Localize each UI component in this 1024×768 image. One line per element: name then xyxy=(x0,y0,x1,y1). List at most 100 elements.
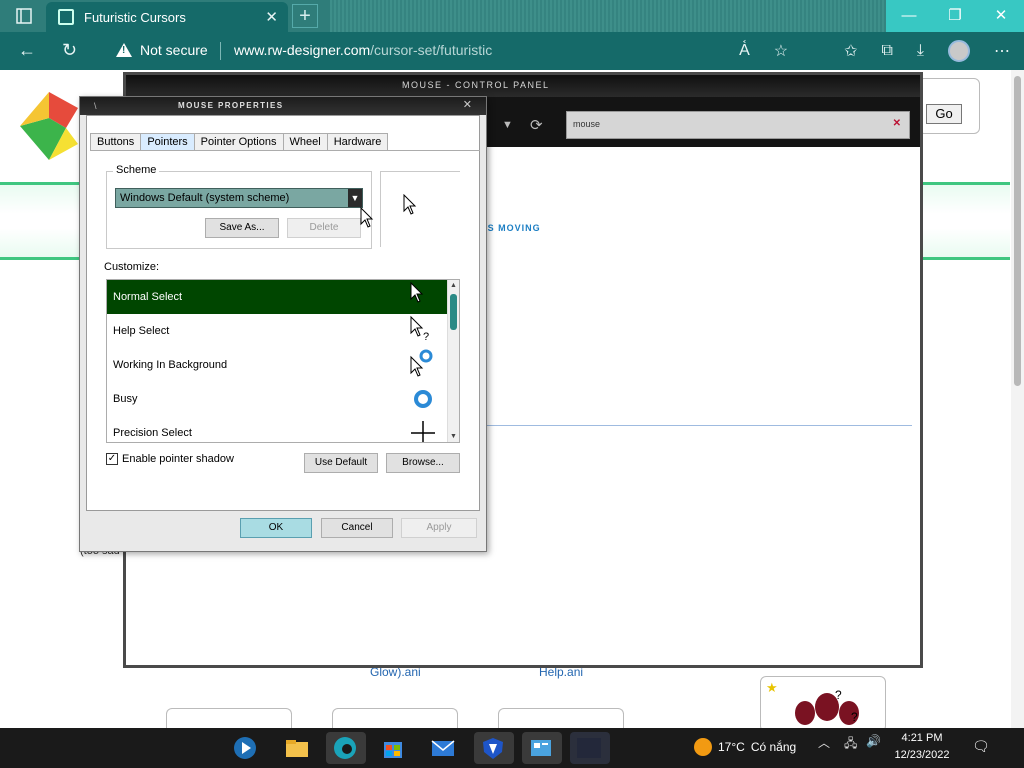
scroll-down-icon[interactable]: ▼ xyxy=(450,433,457,440)
media-player-icon[interactable] xyxy=(230,734,260,762)
dialog-close-icon[interactable]: ✕ xyxy=(463,98,472,111)
taskbar: 17°C Có nắng ︿ 🖧 🔊 4:21 PM 12/23/2022 🗨 xyxy=(0,728,1024,768)
scheme-value: Windows Default (system scheme) xyxy=(120,192,290,204)
store-icon[interactable] xyxy=(378,734,408,762)
close-window-button[interactable]: ✕ xyxy=(978,0,1024,32)
tab-wheel[interactable]: Wheel xyxy=(282,133,328,151)
pointer-name: Precision Select xyxy=(113,427,192,439)
address-bar: ← ↻ Not secure www.rw-designer.com/curso… xyxy=(0,32,1024,70)
save-as-button[interactable]: Save As... xyxy=(205,218,279,238)
list-item[interactable]: Help Select ? xyxy=(107,314,459,348)
cursor-card[interactable] xyxy=(498,708,624,730)
list-item[interactable]: Busy xyxy=(107,382,459,416)
read-aloud-icon[interactable]: A᷾ xyxy=(739,42,750,60)
weather-text: Có nắng xyxy=(750,740,797,754)
cursor-preview-card[interactable]: ★ ? ? xyxy=(760,676,886,732)
url-field[interactable]: www.rw-designer.com/cursor-set/futuristi… xyxy=(234,42,492,58)
dialog-titlebar[interactable]: \ MOUSE PROPERTIES ✕ xyxy=(80,97,486,115)
use-default-button[interactable]: Use Default xyxy=(304,453,378,473)
minimize-button[interactable]: — xyxy=(886,0,932,32)
svg-text:?: ? xyxy=(851,710,858,724)
browse-button[interactable]: Browse... xyxy=(386,453,460,473)
pointer-list[interactable]: Normal Select Help Select ? Working In B… xyxy=(106,279,460,443)
mouse-properties-dialog: \ MOUSE PROPERTIES ✕ Buttons Pointers Po… xyxy=(79,96,487,552)
cursor-card[interactable] xyxy=(332,708,458,730)
list-item[interactable]: Precision Select xyxy=(107,416,459,442)
svg-text:?: ? xyxy=(835,688,842,702)
cp-search-value: mouse xyxy=(573,119,601,129)
pointer-list-scroll-thumb[interactable] xyxy=(450,294,457,330)
security-app-icon[interactable] xyxy=(478,734,508,762)
cancel-button[interactable]: Cancel xyxy=(321,518,393,538)
list-item[interactable]: Working In Background xyxy=(107,348,459,382)
maximize-button[interactable]: ❐ xyxy=(932,0,978,32)
url-path: /cursor-set/futuristic xyxy=(370,42,493,58)
mail-icon[interactable] xyxy=(428,734,458,762)
tab-buttons[interactable]: Buttons xyxy=(90,133,142,151)
url-host: www.rw-designer.com xyxy=(234,42,371,58)
network-icon[interactable]: 🖧 xyxy=(844,734,857,755)
weather-widget[interactable]: 17°C Có nắng xyxy=(694,738,796,756)
back-arrow-icon[interactable]: ← xyxy=(18,40,36,61)
new-tab-button[interactable]: + xyxy=(292,4,318,28)
cursor-card[interactable] xyxy=(166,708,292,730)
tab-pointer-options[interactable]: Pointer Options xyxy=(193,133,284,151)
control-panel-titlebar[interactable]: MOUSE - CONTROL PANEL xyxy=(126,75,920,97)
refresh-icon[interactable]: ↻ xyxy=(62,40,77,61)
delete-button[interactable]: Delete xyxy=(287,218,361,238)
more-menu-icon[interactable]: ⋯ xyxy=(994,41,1010,61)
collections-icon[interactable]: ⧉ xyxy=(881,42,892,60)
profile-avatar[interactable] xyxy=(948,40,970,62)
clock-time: 4:21 PM xyxy=(901,732,943,744)
cp-search-input[interactable]: mouse ✕ xyxy=(566,111,910,139)
cp-refresh-icon[interactable]: ⟳ xyxy=(530,116,543,134)
file-explorer-icon[interactable] xyxy=(282,734,312,762)
ok-button[interactable]: OK xyxy=(240,518,312,538)
download-icon[interactable]: ⤓ xyxy=(917,42,924,60)
apply-button[interactable]: Apply xyxy=(401,518,477,538)
pointer-shadow-option[interactable]: ✓ Enable pointer shadow xyxy=(106,453,234,465)
volume-icon[interactable]: 🔊 xyxy=(866,734,881,748)
tab-pointers[interactable]: Pointers xyxy=(140,133,195,151)
tab-underline xyxy=(90,150,480,151)
customize-label: Customize: xyxy=(104,261,160,273)
clear-search-icon[interactable]: ✕ xyxy=(893,118,901,129)
crosshair-cursor-icon xyxy=(411,421,435,442)
add-favorite-icon[interactable]: ☆ xyxy=(774,41,788,61)
pointer-shadow-checkbox[interactable]: ✓ xyxy=(106,453,118,465)
edge-browser-icon[interactable] xyxy=(330,734,360,762)
chevron-down-icon[interactable]: ▼ xyxy=(348,189,362,207)
pointer-name: Help Select xyxy=(113,325,170,337)
scroll-up-icon[interactable]: ▲ xyxy=(450,282,457,289)
address-separator xyxy=(220,42,221,60)
system-clock[interactable]: 4:21 PM 12/23/2022 xyxy=(880,730,964,764)
control-panel-title: MOUSE - CONTROL PANEL xyxy=(402,80,550,90)
star-icon: ★ xyxy=(766,680,778,695)
favorites-icon[interactable]: ✩ xyxy=(844,41,857,61)
page-scrollbar-thumb[interactable] xyxy=(1014,76,1021,386)
browser-tab[interactable]: Futuristic Cursors ✕ xyxy=(46,2,288,32)
control-panel-icon[interactable] xyxy=(526,734,556,762)
dark-window-icon[interactable] xyxy=(574,734,604,762)
tab-hardware[interactable]: Hardware xyxy=(326,133,389,151)
site-logo[interactable] xyxy=(16,88,82,164)
page-scrollbar[interactable] xyxy=(1011,70,1024,728)
go-button[interactable]: Go xyxy=(926,104,962,124)
scheme-select[interactable]: Windows Default (system scheme) ▼ xyxy=(115,188,363,208)
tab-actions-icon xyxy=(16,8,32,24)
toolbar-icons: A᷾ ☆ ✩ ⧉ ⤓ ⋯ xyxy=(739,40,1010,62)
pointer-name: Normal Select xyxy=(113,291,183,303)
tab-actions-button[interactable] xyxy=(6,4,42,28)
list-item[interactable]: Normal Select xyxy=(107,280,459,314)
security-indicator[interactable]: Not secure xyxy=(116,42,208,58)
svg-text:?: ? xyxy=(423,331,429,343)
tray-chevron-icon[interactable]: ︿ xyxy=(818,734,830,751)
cp-banner-text: T'S MOVING xyxy=(478,223,541,233)
security-label: Not secure xyxy=(140,42,208,58)
notification-icon[interactable]: 🗨 xyxy=(972,738,990,755)
tab-close-icon[interactable]: ✕ xyxy=(265,8,278,26)
working-cursor-icon xyxy=(410,349,433,377)
window-controls: — ❐ ✕ xyxy=(886,0,1024,32)
address-dropdown-icon[interactable]: ▼ xyxy=(502,119,513,131)
pointer-list-scrollbar[interactable]: ▲ ▼ xyxy=(447,280,459,442)
